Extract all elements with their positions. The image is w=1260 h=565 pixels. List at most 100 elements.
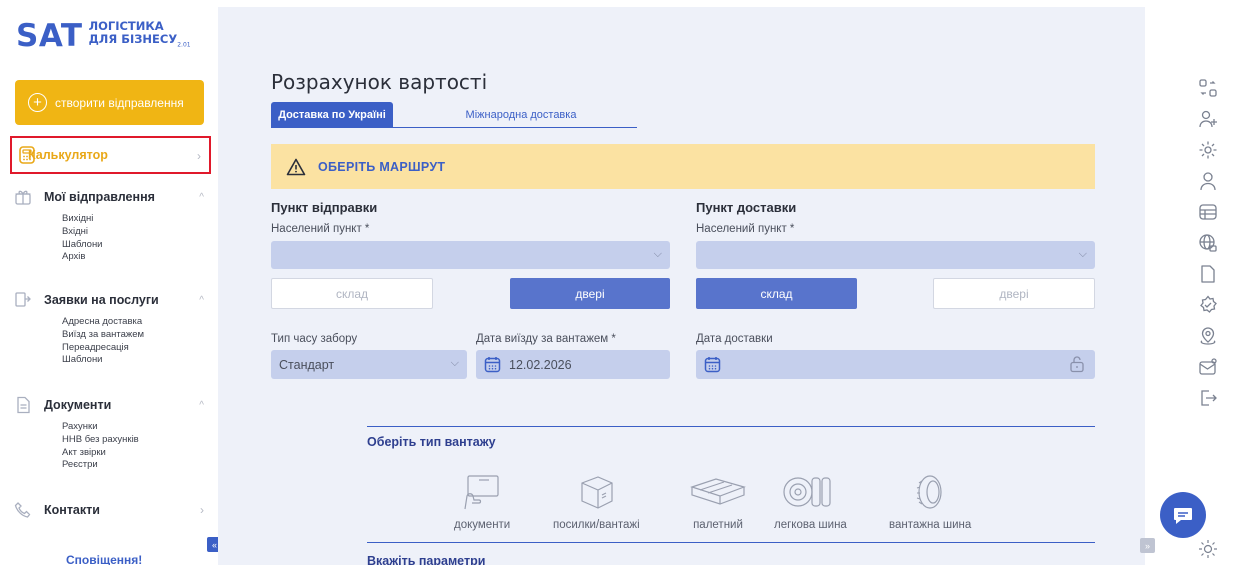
cargo-label: палетний bbox=[693, 519, 743, 531]
cargo-type-parcels[interactable]: посилки/вантажі bbox=[553, 473, 640, 531]
warning-icon bbox=[286, 158, 306, 175]
nav-sub-item[interactable]: ННВ без рахунків bbox=[62, 434, 204, 447]
database-icon[interactable] bbox=[1195, 202, 1221, 222]
notifications-link[interactable]: Сповіщення! bbox=[66, 553, 142, 565]
cargo-label: легкова шина bbox=[774, 519, 847, 531]
nav-head-documents[interactable]: Документи ^ bbox=[14, 395, 204, 415]
departure-date-field[interactable]: 12.02.2026 bbox=[476, 350, 670, 379]
tab-domestic[interactable]: Доставка по Україні bbox=[271, 102, 393, 128]
chevron-down-icon: ⌵ bbox=[1078, 248, 1087, 260]
globe-icon[interactable] bbox=[1195, 233, 1221, 253]
user-icon[interactable] bbox=[1195, 171, 1221, 191]
chevron-down-icon: ⌵ bbox=[450, 357, 459, 369]
transfer-icon[interactable] bbox=[1195, 78, 1221, 98]
envelope-icon bbox=[464, 475, 499, 510]
sub-list-documents: Рахунки ННВ без рахунків Акт звірки Реєс… bbox=[62, 421, 204, 472]
destination-warehouse-button[interactable]: склад bbox=[696, 278, 857, 309]
tab-bar: Доставка по Україні Міжнародна доставка bbox=[271, 102, 637, 128]
nav-group-requests: Заявки на послуги ^ Адресна доставка Виї… bbox=[14, 290, 204, 367]
nav-sub-item[interactable]: Архів bbox=[62, 251, 204, 264]
origin-door-button[interactable]: двері bbox=[510, 278, 670, 309]
cargo-label: документи bbox=[454, 519, 511, 531]
phone-icon bbox=[14, 502, 31, 518]
nav-head-shipments[interactable]: Мої відправлення ^ bbox=[14, 187, 204, 207]
gift-box-icon bbox=[15, 190, 31, 205]
cargo-type-documents[interactable]: документи bbox=[454, 473, 510, 531]
cargo-label: посилки/вантажі bbox=[553, 519, 640, 531]
request-doc-icon bbox=[15, 292, 31, 307]
cargo-label: вантажна шина bbox=[889, 519, 972, 531]
create-shipment-label: створити відправлення bbox=[55, 95, 184, 110]
nav-sub-item[interactable]: Шаблони bbox=[62, 354, 204, 367]
pallet-icon bbox=[690, 478, 746, 505]
nav-head-contacts[interactable]: Контакти › bbox=[14, 500, 204, 520]
document-icon bbox=[17, 396, 30, 414]
logo-line2: ДЛЯ БІЗНЕСУ bbox=[88, 32, 178, 46]
pickup-time-select[interactable]: Стандарт ⌵ bbox=[271, 350, 467, 379]
truck-tire-icon bbox=[916, 475, 942, 509]
nav-group-contacts[interactable]: Контакти › bbox=[14, 500, 204, 520]
nav-sub-item[interactable]: Адресна доставка bbox=[62, 316, 204, 329]
destination-door-button[interactable]: двері bbox=[933, 278, 1095, 309]
cargo-type-pallet[interactable]: палетний bbox=[688, 473, 748, 531]
plus-circle-icon: + bbox=[28, 93, 47, 112]
origin-warehouse-button[interactable]: склад bbox=[271, 278, 433, 309]
origin-city-select[interactable]: ⌵ bbox=[271, 241, 670, 269]
sidebar-item-calculator[interactable]: Калькулятор › bbox=[10, 136, 211, 174]
lock-icon bbox=[1070, 356, 1084, 373]
document-icon[interactable] bbox=[1195, 264, 1221, 284]
nav-sub-item[interactable]: Шаблони bbox=[62, 239, 204, 252]
divider bbox=[367, 426, 1095, 427]
settings-icon[interactable] bbox=[1195, 140, 1221, 160]
logo-version: 2.01 bbox=[177, 41, 191, 49]
chevron-right-icon: › bbox=[200, 503, 204, 517]
car-tire-icon bbox=[783, 477, 832, 507]
mail-icon[interactable] bbox=[1195, 357, 1221, 377]
destination-title: Пункт доставки bbox=[696, 200, 797, 215]
pickup-time-value: Стандарт bbox=[279, 357, 335, 372]
chevron-up-icon: ^ bbox=[199, 399, 204, 411]
delivery-date-label: Дата доставки bbox=[696, 333, 773, 345]
chat-button[interactable] bbox=[1160, 492, 1206, 538]
logout-icon[interactable] bbox=[1195, 388, 1221, 408]
nav-sub-item[interactable]: Переадресація bbox=[62, 342, 204, 355]
logo-brand: SAT bbox=[16, 18, 83, 55]
chevron-up-icon: ^ bbox=[199, 294, 204, 306]
departure-date-label: Дата виїзду за вантажем * bbox=[476, 333, 616, 345]
sun-icon[interactable] bbox=[1198, 539, 1218, 559]
pickup-time-label: Тип часу забору bbox=[271, 333, 358, 345]
logo-tagline: ЛОГІСТИКА ДЛЯ БІЗНЕСУ2.01 bbox=[89, 20, 191, 51]
calendar-icon bbox=[704, 357, 721, 373]
delivery-date-field bbox=[696, 350, 1095, 379]
warning-text: ОБЕРІТЬ МАРШРУТ bbox=[318, 159, 446, 174]
nav-head-label: Документи bbox=[44, 398, 112, 412]
nav-head-label: Контакти bbox=[44, 503, 100, 517]
nav-group-documents: Документи ^ Рахунки ННВ без рахунків Акт… bbox=[14, 395, 204, 472]
nav-head-requests[interactable]: Заявки на послуги ^ bbox=[14, 290, 204, 310]
departure-date-value: 12.02.2026 bbox=[509, 357, 572, 372]
nav-sub-item[interactable]: Вхідні bbox=[62, 226, 204, 239]
nav-sub-item[interactable]: Акт звірки bbox=[62, 447, 204, 460]
tab-international[interactable]: Міжнародна доставка bbox=[421, 102, 621, 128]
expand-right-panel-button[interactable]: » bbox=[1140, 538, 1155, 553]
chevron-right-icon: › bbox=[197, 149, 201, 163]
add-user-icon[interactable] bbox=[1195, 109, 1221, 129]
right-icon-rail bbox=[1195, 78, 1221, 419]
create-shipment-button[interactable]: + створити відправлення bbox=[15, 80, 204, 125]
cargo-type-car-tire[interactable]: легкова шина bbox=[774, 473, 847, 531]
nav-sub-item[interactable]: Реєстри bbox=[62, 459, 204, 472]
location-icon[interactable] bbox=[1195, 326, 1221, 346]
origin-city-label: Населений пункт * bbox=[271, 223, 370, 235]
nav-group-shipments: Мої відправлення ^ Вихідні Вхідні Шаблон… bbox=[14, 187, 204, 264]
nav-sub-item[interactable]: Рахунки bbox=[62, 421, 204, 434]
nav-sub-item[interactable]: Вихідні bbox=[62, 213, 204, 226]
cargo-type-truck-tire[interactable]: вантажна шина bbox=[889, 473, 971, 531]
cargo-type-title: Оберіть тип вантажу bbox=[367, 435, 496, 449]
gear-badge-icon[interactable] bbox=[1195, 295, 1221, 315]
divider bbox=[367, 542, 1095, 543]
destination-city-select[interactable]: ⌵ bbox=[696, 241, 1095, 269]
logo[interactable]: SAT ЛОГІСТИКА ДЛЯ БІЗНЕСУ2.01 bbox=[16, 18, 191, 55]
nav-sub-item[interactable]: Виїзд за вантажем bbox=[62, 329, 204, 342]
chevron-down-icon: ⌵ bbox=[653, 248, 662, 260]
calendar-icon bbox=[484, 357, 501, 373]
